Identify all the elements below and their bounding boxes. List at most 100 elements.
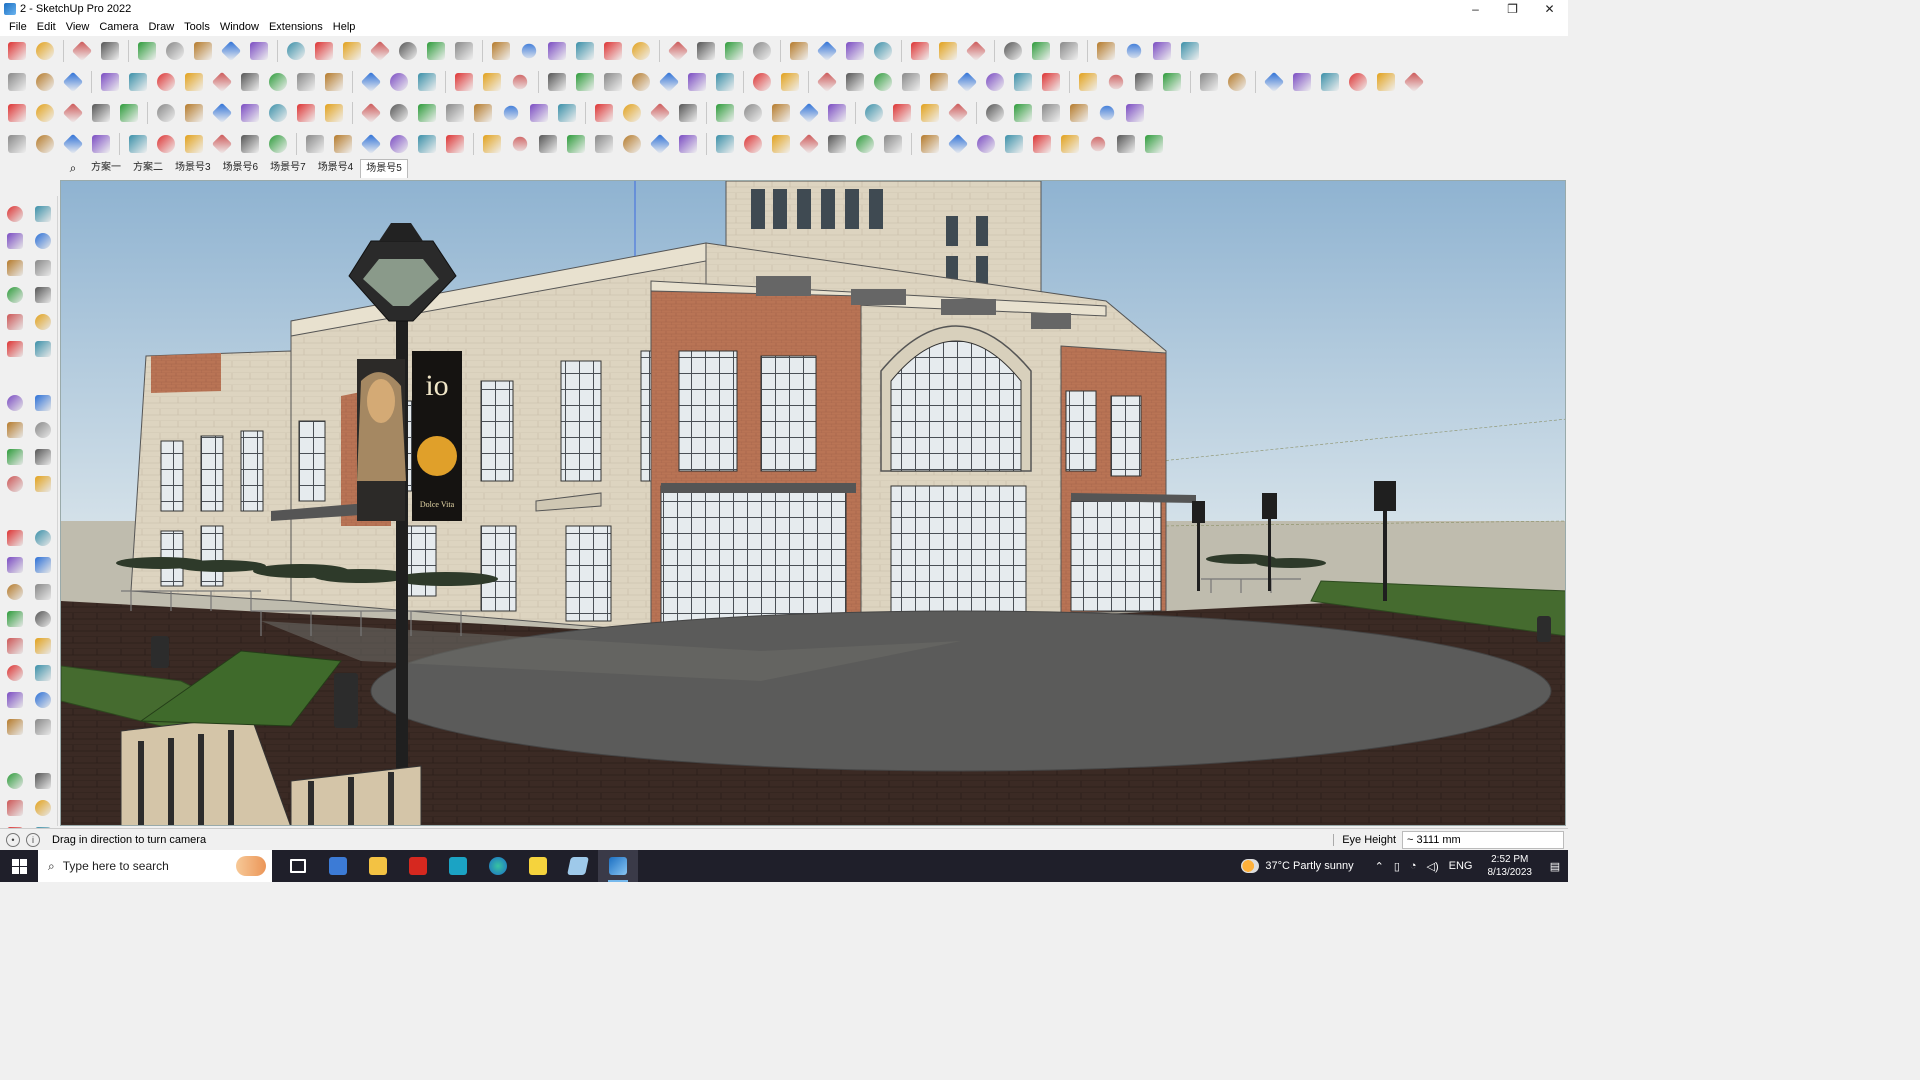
tool-button[interactable] bbox=[786, 38, 812, 64]
tool-button[interactable] bbox=[209, 69, 235, 95]
left-tool-button[interactable] bbox=[1, 578, 29, 605]
tool-button[interactable] bbox=[265, 100, 291, 126]
tool-button[interactable] bbox=[293, 100, 319, 126]
tool-button[interactable] bbox=[1159, 69, 1185, 95]
tool-button[interactable] bbox=[1345, 69, 1371, 95]
tool-button[interactable] bbox=[740, 131, 766, 157]
tool-button[interactable] bbox=[4, 131, 30, 157]
task-view-button[interactable] bbox=[278, 850, 318, 882]
tool-button[interactable] bbox=[395, 38, 421, 64]
tool-button[interactable] bbox=[628, 69, 654, 95]
left-tool-button[interactable] bbox=[29, 389, 57, 416]
left-tool-button[interactable] bbox=[29, 551, 57, 578]
left-tool-button[interactable] bbox=[29, 200, 57, 227]
left-tool-button[interactable] bbox=[29, 632, 57, 659]
tool-button[interactable] bbox=[712, 100, 738, 126]
weather-widget[interactable]: 37°C Partly sunny bbox=[1241, 859, 1354, 873]
tool-button[interactable] bbox=[1001, 131, 1027, 157]
left-tool-button[interactable] bbox=[29, 308, 57, 335]
tool-button[interactable] bbox=[861, 100, 887, 126]
tool-button[interactable] bbox=[358, 100, 384, 126]
tool-button[interactable] bbox=[600, 38, 626, 64]
tool-button[interactable] bbox=[1094, 100, 1120, 126]
left-tool-button[interactable] bbox=[29, 227, 57, 254]
tool-button[interactable] bbox=[675, 131, 701, 157]
tool-button[interactable] bbox=[1085, 131, 1111, 157]
left-tool-button[interactable] bbox=[1, 659, 29, 686]
tool-button[interactable] bbox=[4, 100, 30, 126]
sticky-notes-app[interactable] bbox=[518, 850, 558, 882]
tool-button[interactable] bbox=[907, 38, 933, 64]
left-tool-button[interactable] bbox=[1, 443, 29, 470]
volume-icon[interactable]: ◁) bbox=[1427, 860, 1439, 873]
left-tool-button[interactable] bbox=[1, 632, 29, 659]
menu-view[interactable]: View bbox=[61, 18, 95, 36]
left-tool-button[interactable] bbox=[1, 254, 29, 281]
tool-button[interactable] bbox=[1075, 69, 1101, 95]
left-tool-button[interactable] bbox=[1, 551, 29, 578]
tool-button[interactable] bbox=[1131, 69, 1157, 95]
tool-button[interactable] bbox=[302, 131, 328, 157]
tool-button[interactable] bbox=[544, 38, 570, 64]
tool-button[interactable] bbox=[60, 100, 86, 126]
tool-button[interactable] bbox=[330, 131, 356, 157]
tool-button[interactable] bbox=[488, 38, 514, 64]
tool-button[interactable] bbox=[1261, 69, 1287, 95]
tool-button[interactable] bbox=[190, 38, 216, 64]
app-3[interactable] bbox=[438, 850, 478, 882]
tool-button[interactable] bbox=[97, 38, 123, 64]
tool-button[interactable] bbox=[898, 69, 924, 95]
tool-button[interactable] bbox=[88, 100, 114, 126]
scene-tab-active[interactable]: 场景号5 bbox=[360, 158, 408, 178]
tool-button[interactable] bbox=[973, 131, 999, 157]
left-tool-button[interactable] bbox=[1, 416, 29, 443]
tool-button[interactable] bbox=[209, 131, 235, 157]
measure-value-input[interactable]: ~ 3111 mm bbox=[1402, 831, 1564, 849]
geo-location-icon[interactable]: • bbox=[6, 832, 20, 847]
tool-button[interactable] bbox=[870, 69, 896, 95]
tool-button[interactable] bbox=[97, 69, 123, 95]
close-button[interactable]: ✕ bbox=[1531, 0, 1568, 18]
tool-button[interactable] bbox=[321, 69, 347, 95]
tool-button[interactable] bbox=[4, 38, 30, 64]
tool-button[interactable] bbox=[265, 131, 291, 157]
tool-button[interactable] bbox=[1010, 69, 1036, 95]
tool-button[interactable] bbox=[414, 131, 440, 157]
tool-button[interactable] bbox=[32, 69, 58, 95]
left-tool-button[interactable] bbox=[29, 335, 57, 362]
tool-button[interactable] bbox=[88, 131, 114, 157]
tool-button[interactable] bbox=[237, 100, 263, 126]
left-tool-button[interactable] bbox=[29, 281, 57, 308]
tool-button[interactable] bbox=[880, 131, 906, 157]
tool-button[interactable] bbox=[796, 100, 822, 126]
tool-button[interactable] bbox=[926, 69, 952, 95]
tool-button[interactable] bbox=[675, 100, 701, 126]
left-tool-button[interactable] bbox=[29, 659, 57, 686]
tool-button[interactable] bbox=[656, 69, 682, 95]
tool-button[interactable] bbox=[1121, 38, 1147, 64]
tool-button[interactable] bbox=[526, 100, 552, 126]
tool-button[interactable] bbox=[554, 100, 580, 126]
tool-button[interactable] bbox=[796, 131, 822, 157]
left-tool-button[interactable] bbox=[1, 605, 29, 632]
wifi-icon[interactable]: ◔ bbox=[1410, 860, 1417, 872]
tool-button[interactable] bbox=[153, 100, 179, 126]
clock[interactable]: 2:52 PM 8/13/2023 bbox=[1488, 853, 1533, 879]
tool-button[interactable] bbox=[1038, 69, 1064, 95]
tool-button[interactable] bbox=[479, 69, 505, 95]
tool-button[interactable] bbox=[684, 69, 710, 95]
tool-button[interactable] bbox=[218, 38, 244, 64]
tool-button[interactable] bbox=[1196, 69, 1222, 95]
tool-button[interactable] bbox=[749, 38, 775, 64]
tool-button[interactable] bbox=[544, 69, 570, 95]
tool-button[interactable] bbox=[619, 100, 645, 126]
tool-button[interactable] bbox=[572, 69, 598, 95]
calculator-app[interactable] bbox=[318, 850, 358, 882]
tool-button[interactable] bbox=[619, 131, 645, 157]
restore-button[interactable]: ❐ bbox=[1494, 0, 1531, 18]
tool-button[interactable] bbox=[1401, 69, 1427, 95]
tool-button[interactable] bbox=[153, 69, 179, 95]
tool-button[interactable] bbox=[768, 131, 794, 157]
tool-button[interactable] bbox=[246, 38, 272, 64]
left-tool-button[interactable] bbox=[29, 605, 57, 632]
